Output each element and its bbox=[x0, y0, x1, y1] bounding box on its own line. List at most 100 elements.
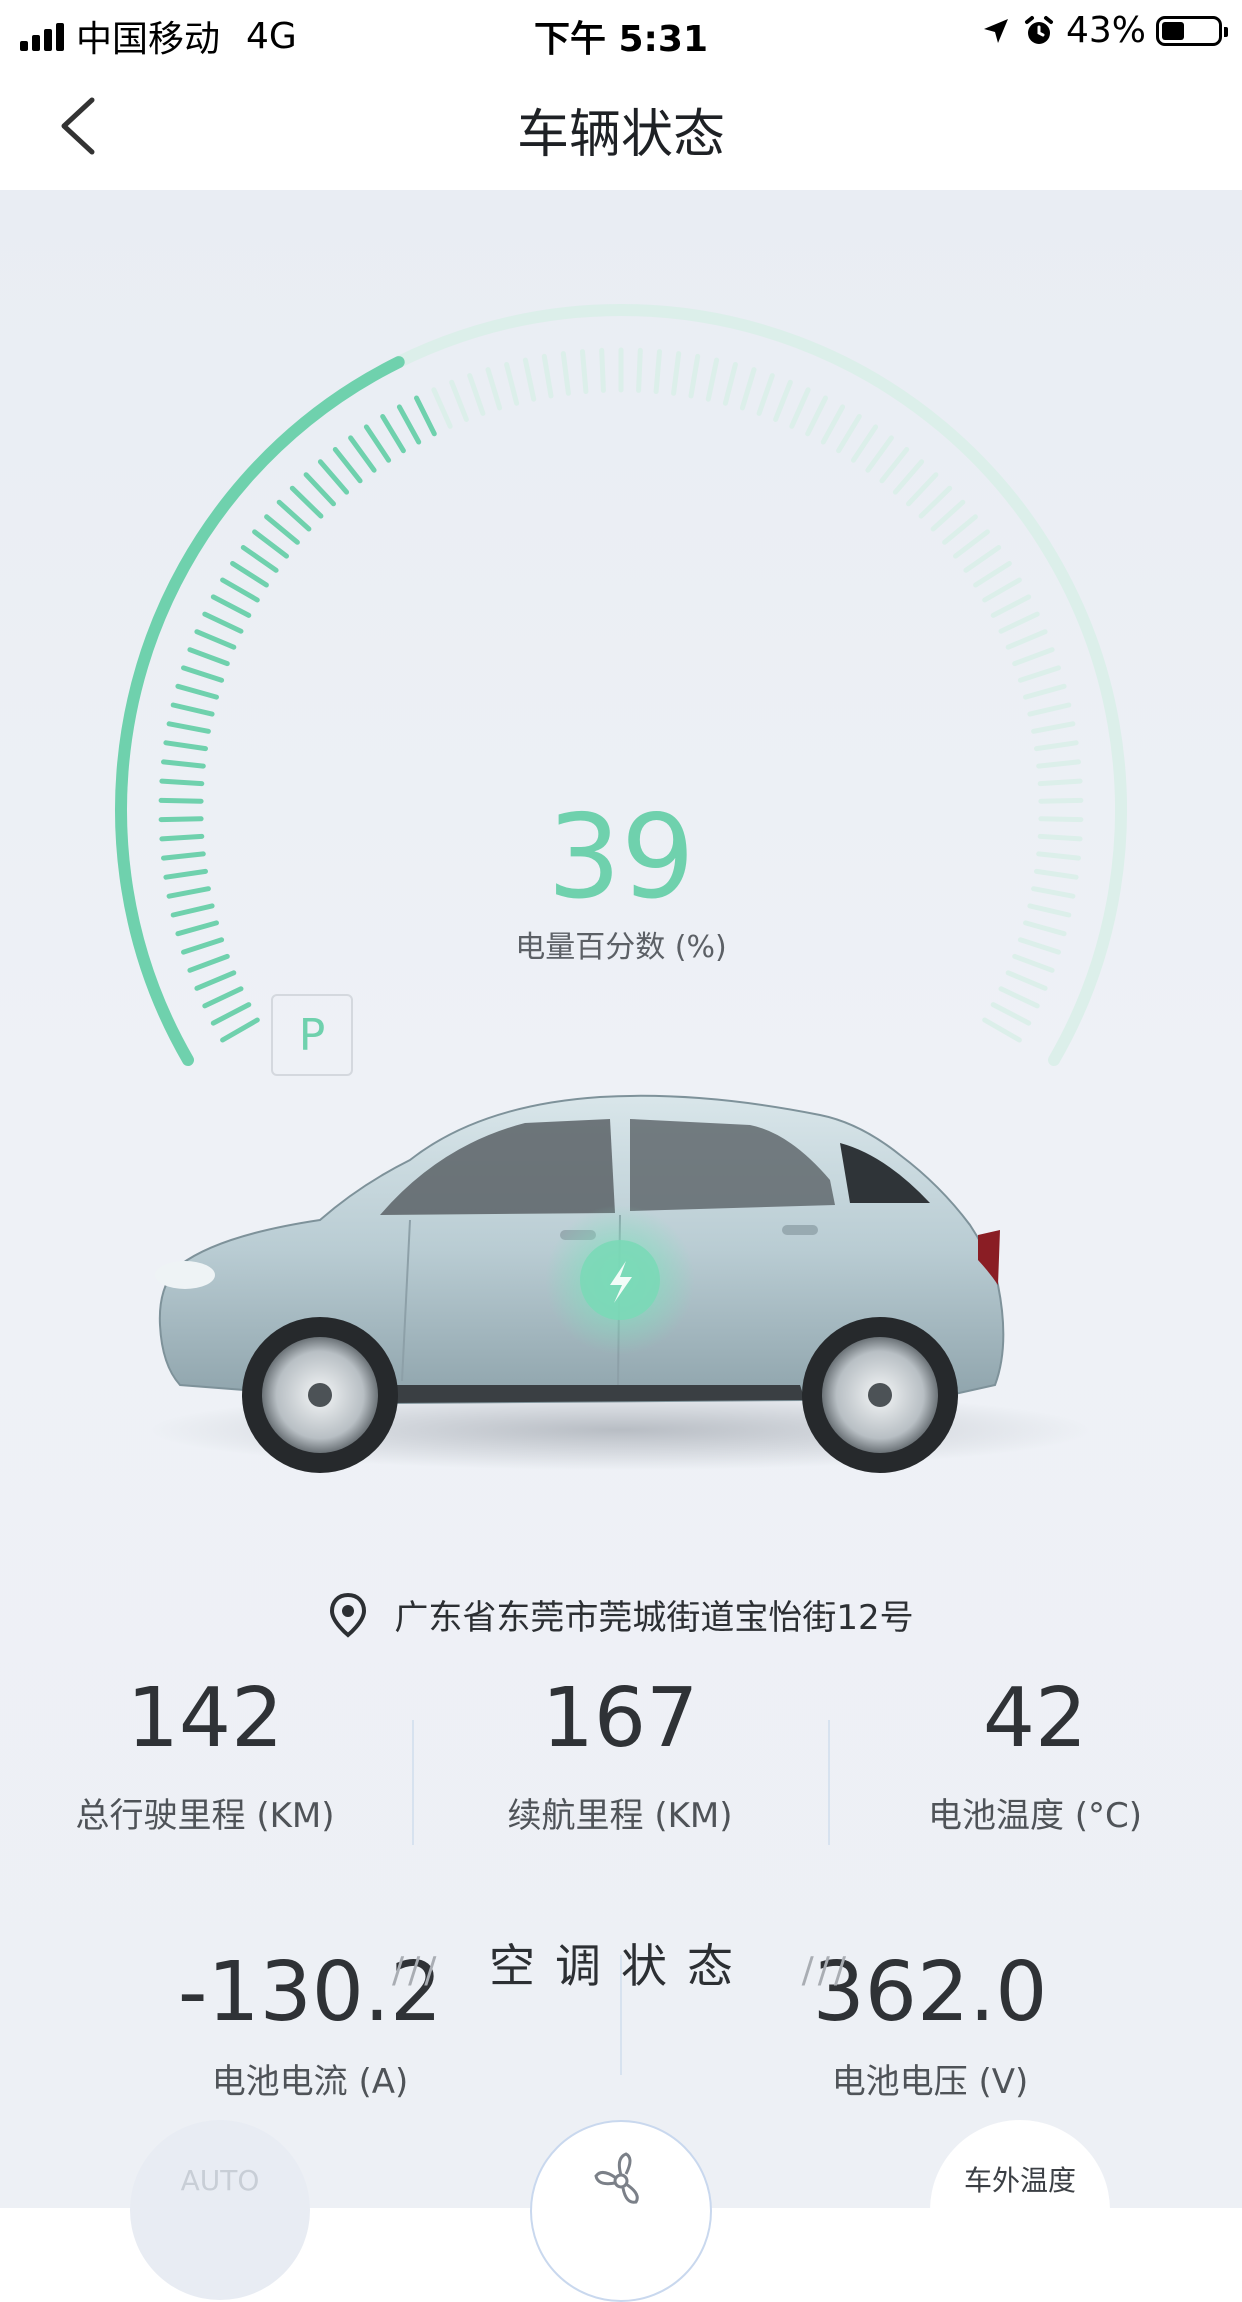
status-right: 43% bbox=[980, 10, 1228, 51]
battery-temp-label: 电池温度 (°C) bbox=[927, 1796, 1143, 1836]
title-decoration-left: /// bbox=[391, 1950, 441, 1991]
stat-range: 167 续航里程 (KM) bbox=[455, 1678, 785, 1837]
gauge-tick bbox=[1037, 778, 1083, 787]
gauge-tick bbox=[187, 647, 230, 667]
gauge-tick bbox=[739, 367, 757, 411]
battery-voltage-label: 电池电压 (V) bbox=[831, 2062, 1029, 2102]
gauge-tick bbox=[202, 986, 244, 1009]
gauge-tick bbox=[202, 611, 244, 634]
location-pin-icon bbox=[330, 1592, 367, 1638]
gauge-tick bbox=[485, 367, 503, 411]
gauge-tick bbox=[580, 349, 589, 394]
range-value: 167 bbox=[541, 1671, 699, 1766]
gauge-tick bbox=[504, 362, 520, 406]
gauge-tick bbox=[449, 379, 469, 422]
gauge-tick bbox=[930, 499, 966, 532]
ac-outside-temp-button[interactable]: 车外温度 bbox=[930, 2120, 1110, 2300]
gauge-tick bbox=[636, 347, 643, 393]
nav-bar: 车辆状态 bbox=[0, 62, 1242, 190]
stat-total-mileage: 142 总行驶里程 (KM) bbox=[40, 1678, 370, 1837]
gauge-tick bbox=[170, 702, 215, 717]
gauge-tick bbox=[865, 435, 894, 473]
location-arrow-icon bbox=[983, 18, 1008, 43]
gauge-tick bbox=[348, 435, 377, 473]
gauge-tick bbox=[942, 514, 978, 545]
gauge-tick bbox=[722, 362, 738, 406]
gauge-tick bbox=[163, 740, 208, 752]
gauge-tick bbox=[1031, 721, 1076, 734]
battery-temp-value: 42 bbox=[982, 1671, 1088, 1766]
gauge-tick bbox=[522, 357, 537, 402]
title-decoration-right: /// bbox=[801, 1950, 851, 1991]
gauge-tick bbox=[159, 778, 205, 787]
gauge-tick bbox=[175, 683, 219, 700]
gauge-tick bbox=[303, 472, 336, 507]
gauge-tick bbox=[805, 395, 828, 437]
gauge-tick bbox=[820, 404, 846, 445]
gauge-tick bbox=[789, 387, 811, 429]
alarm-icon bbox=[1024, 15, 1053, 44]
gauge-tick bbox=[990, 1002, 1032, 1026]
gauge-tick bbox=[982, 1017, 1022, 1043]
gauge-tick bbox=[252, 529, 289, 559]
gauge-tick bbox=[467, 373, 486, 416]
gauge-tick bbox=[850, 424, 879, 463]
gauge-tick bbox=[998, 611, 1040, 634]
gauge-tick bbox=[181, 665, 225, 683]
location-address: 广东省东莞市莞城街道宝怡街12号 bbox=[394, 1598, 914, 1638]
gauge-tick bbox=[161, 759, 206, 769]
gauge-tick bbox=[982, 577, 1022, 603]
total-mileage-value: 142 bbox=[126, 1671, 284, 1766]
gauge-tick bbox=[756, 373, 775, 416]
gauge-tick bbox=[363, 424, 392, 463]
gauge-tick bbox=[414, 395, 437, 437]
gauge-tick bbox=[380, 414, 406, 454]
stat-divider bbox=[412, 1720, 414, 1845]
stat-divider bbox=[828, 1720, 830, 1845]
gauge-tick bbox=[194, 970, 237, 991]
gauge-tick bbox=[1012, 647, 1055, 667]
gauge-tick bbox=[773, 379, 793, 422]
battery-icon bbox=[1156, 15, 1228, 46]
gauge-tick bbox=[210, 1002, 252, 1026]
ac-section-title: /// 空调状态 /// bbox=[0, 1930, 1242, 1996]
gauge-tick bbox=[963, 545, 1002, 573]
gauge-tick bbox=[892, 459, 925, 495]
battery-percent: 43% bbox=[1065, 10, 1146, 51]
vehicle-location: 广东省东莞市莞城街道宝怡街12号 bbox=[0, 1590, 1242, 1639]
gauge-tick bbox=[276, 499, 312, 532]
gauge-tick bbox=[599, 347, 606, 393]
range-label: 续航里程 (KM) bbox=[507, 1796, 733, 1836]
gauge-tick bbox=[1023, 683, 1067, 700]
gauge-tick bbox=[289, 485, 324, 519]
gauge-tick bbox=[906, 472, 939, 507]
gauge-tick bbox=[998, 986, 1040, 1009]
status-bar: 中国移动 4G 下午 5:31 43% bbox=[0, 0, 1242, 62]
gauge-tick bbox=[973, 561, 1012, 588]
gauge-tick bbox=[264, 514, 300, 545]
gauge-tick bbox=[166, 721, 211, 734]
gauge-tick bbox=[879, 447, 910, 484]
gauge-tick bbox=[541, 353, 554, 399]
gauge-tick bbox=[317, 459, 350, 495]
gauge-tick bbox=[990, 594, 1032, 618]
battery-current-label: 电池电流 (A) bbox=[211, 2062, 409, 2102]
outside-temp-label: 车外温度 bbox=[963, 2164, 1076, 2197]
car-image bbox=[150, 1094, 1090, 1473]
gauge-tick bbox=[431, 387, 453, 429]
stat-battery-temp: 42 电池温度 (°C) bbox=[870, 1678, 1200, 1837]
gauge-tick bbox=[1027, 702, 1072, 717]
ac-fan-button[interactable] bbox=[530, 2120, 712, 2302]
gauge-tick bbox=[918, 485, 953, 519]
gauge-tick bbox=[688, 353, 701, 399]
gauge-tick bbox=[1034, 740, 1079, 752]
gauge-tick bbox=[1005, 970, 1048, 991]
gauge-tick bbox=[1036, 759, 1081, 769]
gauge-tick bbox=[953, 529, 990, 559]
gauge-tick bbox=[240, 545, 279, 573]
ac-title-text: 空调状态 bbox=[489, 1939, 753, 1993]
page-title: 车辆状态 bbox=[516, 105, 725, 165]
fan-icon bbox=[594, 2152, 639, 2204]
gauge-tick bbox=[220, 577, 260, 603]
ac-auto-button[interactable]: AUTO bbox=[130, 2120, 310, 2300]
